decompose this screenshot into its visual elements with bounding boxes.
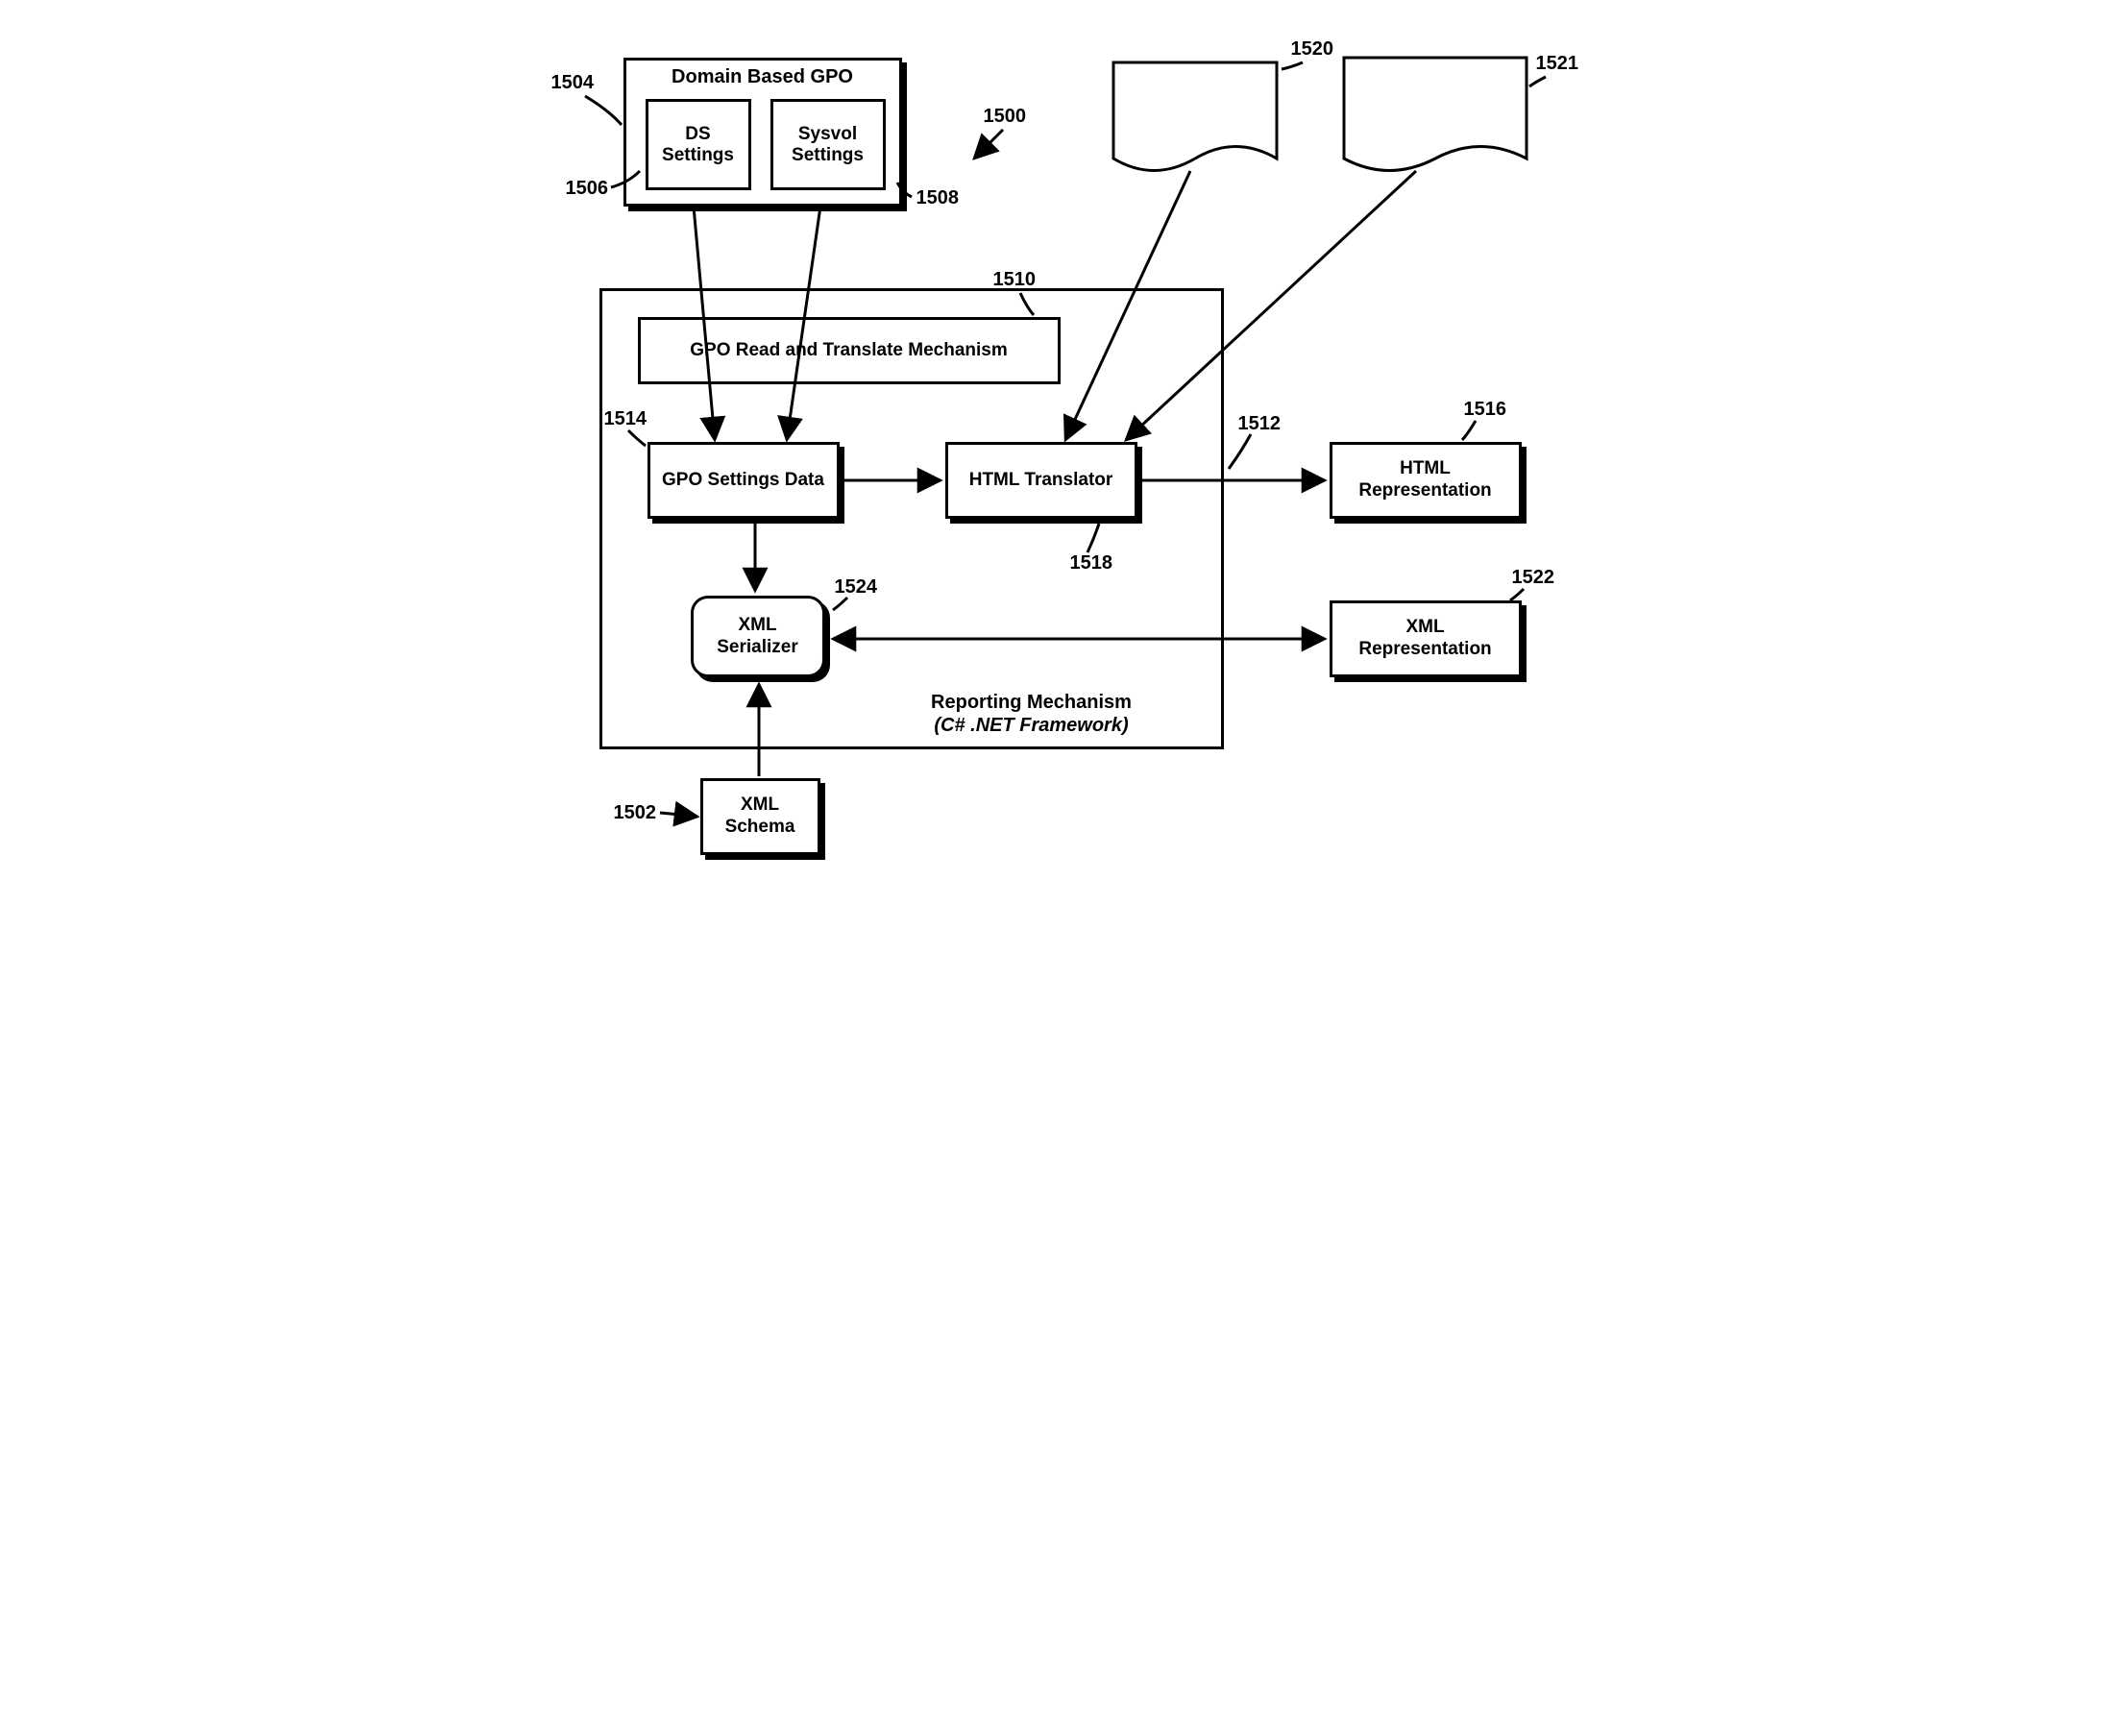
- ref-1506: 1506: [566, 178, 609, 200]
- html-translation-spec-text: HTML Translation Specification: [1354, 72, 1517, 116]
- xml-serializer-box: XML Serializer: [691, 596, 825, 677]
- localized-string-table-text: Localized String Table: [1123, 86, 1267, 131]
- ref-1522: 1522: [1512, 567, 1555, 589]
- gpo-read-translate-box: GPO Read and Translate Mechanism: [638, 317, 1061, 384]
- domain-gpo-container: Domain Based GPO DS Settings Sysvol Sett…: [623, 58, 902, 207]
- xml-representation-box: XML Representation: [1330, 600, 1522, 677]
- ref-1514: 1514: [604, 408, 647, 430]
- ref-1524: 1524: [835, 576, 878, 599]
- ref-1516: 1516: [1464, 399, 1507, 421]
- sysvol-settings-box: Sysvol Settings: [770, 99, 886, 190]
- domain-gpo-title: Domain Based GPO: [626, 66, 899, 88]
- gpo-settings-data-box: GPO Settings Data: [647, 442, 840, 519]
- ref-1520: 1520: [1291, 38, 1334, 61]
- reporting-subtitle-label: (C# .NET Framework): [868, 715, 1195, 737]
- ref-1518: 1518: [1070, 552, 1113, 575]
- ds-settings-box: DS Settings: [646, 99, 751, 190]
- ref-1502: 1502: [614, 802, 657, 824]
- diagram-canvas: Domain Based GPO DS Settings Sysvol Sett…: [523, 19, 1579, 893]
- ref-1521: 1521: [1536, 53, 1579, 75]
- ref-1512: 1512: [1238, 413, 1282, 435]
- html-translator-box: HTML Translator: [945, 442, 1137, 519]
- ref-1510: 1510: [993, 269, 1037, 291]
- ref-1508: 1508: [916, 187, 960, 209]
- reporting-mechanism-label: Reporting Mechanism: [868, 692, 1195, 714]
- ref-1500: 1500: [984, 106, 1027, 128]
- xml-schema-box: XML Schema: [700, 778, 820, 855]
- ref-1504: 1504: [551, 72, 595, 94]
- html-representation-box: HTML Representation: [1330, 442, 1522, 519]
